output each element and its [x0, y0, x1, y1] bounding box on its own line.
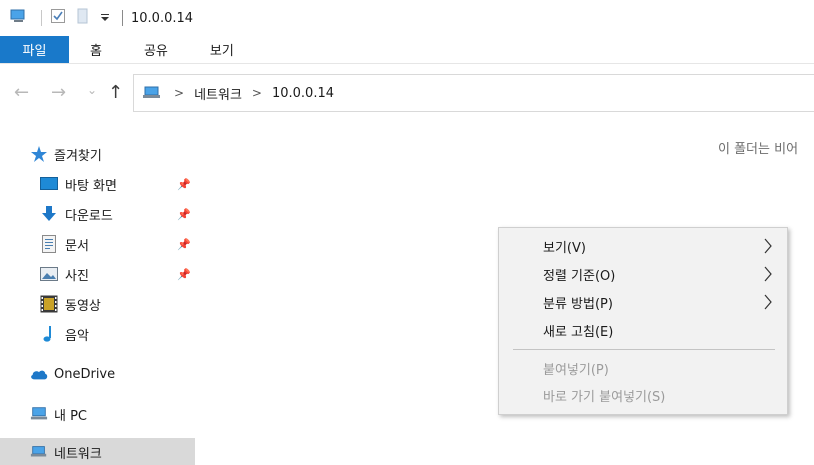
- computer-icon[interactable]: [9, 8, 27, 28]
- tab-view[interactable]: 보기: [189, 36, 255, 63]
- nav-label: 바탕 화면: [65, 178, 117, 194]
- menu-item-label: 보기(V): [543, 240, 586, 256]
- ribbon-tabs: 파일 홈 공유 보기: [0, 36, 814, 64]
- menu-item-label: 분류 방법(P): [543, 296, 613, 312]
- nav-this-pc[interactable]: 내 PC: [0, 400, 195, 428]
- menu-item-refresh[interactable]: 새로 고침(E): [499, 316, 787, 344]
- toolbar-divider: [41, 10, 42, 26]
- pin-icon[interactable]: 📌: [177, 268, 191, 281]
- context-menu: 보기(V) 정렬 기준(O) 분류 방법(P) 새로 고침(E) 붙여넣기(P)…: [498, 227, 788, 415]
- nav-label: 다운로드: [65, 208, 113, 224]
- computer-icon: [30, 405, 48, 423]
- star-icon: [30, 145, 48, 163]
- nav-label: 동영상: [65, 298, 101, 314]
- recent-locations-button[interactable]: ⌄: [87, 80, 97, 100]
- menu-item-view[interactable]: 보기(V): [499, 232, 787, 260]
- nav-onedrive[interactable]: OneDrive: [0, 360, 195, 388]
- up-button[interactable]: ↑: [108, 83, 123, 103]
- tab-home[interactable]: 홈: [69, 36, 123, 63]
- menu-item-label: 붙여넣기(P): [543, 362, 609, 378]
- breadcrumb-chevron-icon[interactable]: >: [174, 86, 184, 100]
- nav-label: 내 PC: [54, 408, 88, 424]
- download-icon: [40, 205, 58, 223]
- menu-divider: [513, 349, 775, 350]
- quick-access-toolbar: [0, 0, 120, 36]
- breadcrumb-network[interactable]: 네트워크: [194, 84, 242, 103]
- tab-share[interactable]: 공유: [123, 36, 189, 63]
- navigation-pane: 즐겨찾기 바탕 화면 📌 다운로드 📌 문서 📌 사진 📌 동영상 음악 One…: [0, 130, 195, 465]
- desktop-icon: [40, 175, 58, 193]
- network-icon: [30, 443, 48, 461]
- menu-item-group-by[interactable]: 분류 방법(P): [499, 288, 787, 316]
- menu-item-label: 새로 고침(E): [543, 324, 614, 340]
- customize-dropdown-icon[interactable]: [100, 8, 110, 28]
- nav-label: 문서: [65, 238, 89, 254]
- network-icon: [142, 85, 162, 101]
- empty-folder-message: 이 폴더는 비어: [718, 142, 799, 157]
- new-folder-icon[interactable]: [76, 8, 90, 28]
- nav-item-pictures[interactable]: 사진 📌: [0, 260, 195, 288]
- music-icon: [40, 325, 58, 343]
- menu-item-paste: 붙여넣기(P): [499, 354, 787, 382]
- nav-quick-access[interactable]: 즐겨찾기: [0, 140, 195, 168]
- properties-checkbox-icon[interactable]: [50, 8, 66, 28]
- menu-item-sort-by[interactable]: 정렬 기준(O): [499, 260, 787, 288]
- nav-label: 즐겨찾기: [54, 148, 102, 164]
- cloud-icon: [30, 365, 48, 383]
- nav-label: 음악: [65, 328, 89, 344]
- tab-file[interactable]: 파일: [0, 36, 69, 63]
- nav-label: 네트워크: [54, 446, 102, 462]
- address-bar[interactable]: > 네트워크 > 10.0.0.14: [133, 74, 814, 112]
- forward-button[interactable]: →: [51, 83, 66, 103]
- menu-item-paste-shortcut: 바로 가기 붙여넣기(S): [499, 381, 787, 409]
- document-icon: [40, 235, 58, 253]
- pin-icon[interactable]: 📌: [177, 178, 191, 191]
- pictures-icon: [40, 265, 58, 283]
- breadcrumb-chevron-icon[interactable]: >: [252, 86, 262, 100]
- nav-item-videos[interactable]: 동영상: [0, 290, 195, 318]
- pin-icon[interactable]: 📌: [177, 208, 191, 221]
- title-divider: [122, 10, 123, 26]
- nav-item-desktop[interactable]: 바탕 화면 📌: [0, 170, 195, 198]
- video-icon: [40, 295, 58, 313]
- menu-item-label: 바로 가기 붙여넣기(S): [543, 389, 666, 405]
- window-title: 10.0.0.14: [131, 10, 194, 26]
- back-button[interactable]: ←: [14, 83, 29, 103]
- nav-label: 사진: [65, 268, 89, 284]
- nav-label: OneDrive: [54, 366, 116, 382]
- title-bar: 10.0.0.14: [0, 0, 814, 36]
- nav-item-documents[interactable]: 문서 📌: [0, 230, 195, 258]
- chevron-right-icon: [763, 236, 773, 260]
- chevron-right-icon: [763, 292, 773, 316]
- nav-item-downloads[interactable]: 다운로드 📌: [0, 200, 195, 228]
- breadcrumb-host[interactable]: 10.0.0.14: [272, 86, 334, 101]
- nav-item-music[interactable]: 음악: [0, 320, 195, 348]
- chevron-right-icon: [763, 264, 773, 288]
- pin-icon[interactable]: 📌: [177, 238, 191, 251]
- menu-item-label: 정렬 기준(O): [543, 268, 616, 284]
- nav-network[interactable]: 네트워크: [0, 438, 195, 465]
